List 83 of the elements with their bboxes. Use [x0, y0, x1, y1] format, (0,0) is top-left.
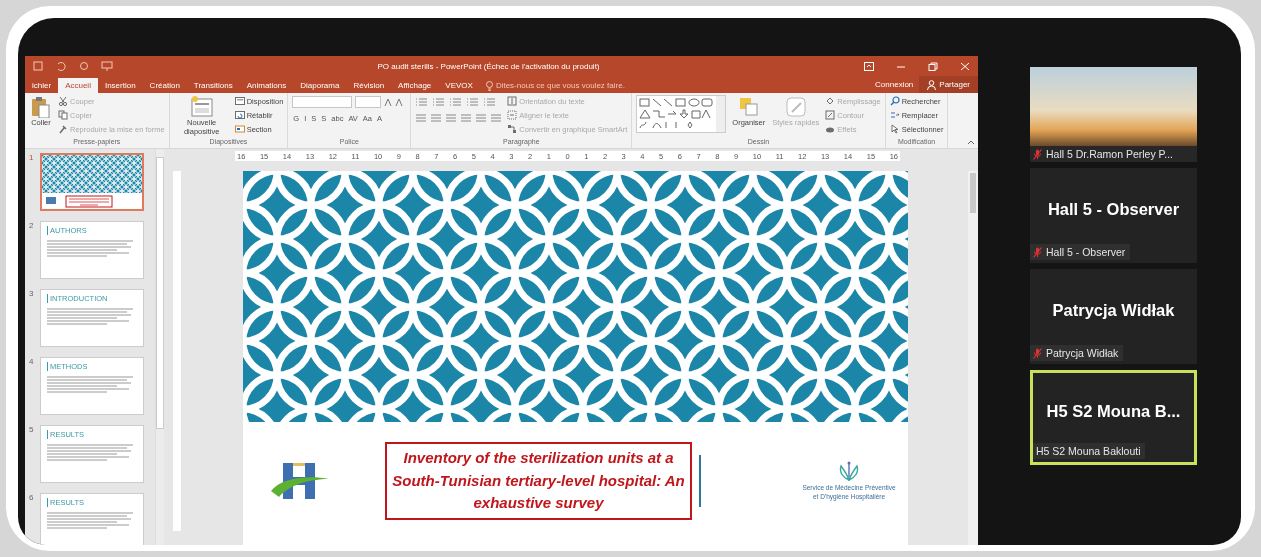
quick-styles-icon	[784, 96, 807, 118]
ribbon-tab[interactable]: Accueil	[58, 78, 98, 93]
copy-icon	[58, 110, 68, 120]
slide-number: 1	[29, 153, 35, 164]
arrange-shapes-icon	[737, 96, 760, 118]
slide-number: 3	[29, 289, 35, 300]
text-lines-icon	[47, 307, 133, 327]
close-icon[interactable]	[960, 61, 970, 71]
list-icon[interactable]	[415, 97, 430, 107]
participant-name-tag: H5 S2 Mouna Baklouti	[1033, 443, 1146, 459]
pen-icon	[825, 110, 836, 120]
search-icon	[889, 96, 900, 106]
muted-mic-icon	[1033, 148, 1042, 160]
ribbon-options-icon[interactable]	[864, 61, 874, 71]
save-icon[interactable]	[33, 61, 43, 71]
font-size-field[interactable]	[355, 96, 382, 108]
ribbon-tab[interactable]: Insertion	[97, 78, 143, 93]
align-icon[interactable]	[430, 113, 443, 123]
ribbon-tab[interactable]: ichier	[25, 78, 59, 93]
layout-icon	[234, 96, 245, 106]
sign-in-link[interactable]: Connexion	[869, 80, 920, 89]
slide-number: 5	[29, 425, 35, 436]
text-direction-icon	[507, 96, 518, 106]
tell-me-field[interactable]: Dites-nous ce que vous voulez faire.	[485, 78, 625, 93]
participant-tile[interactable]: Hall 5 Dr.Ramon Perley P...	[1030, 67, 1197, 162]
share-button[interactable]: Partager	[919, 76, 978, 93]
ribbon-tab[interactable]: Transitions	[186, 78, 240, 93]
smartart-icon	[507, 124, 518, 134]
thumbnail-scrollbar[interactable]	[155, 149, 164, 545]
participant-display-name: Hall 5 - Observer	[1046, 198, 1181, 220]
participant-display-name: H5 S2 Mouna B...	[1045, 400, 1182, 422]
align-icon[interactable]	[460, 113, 473, 123]
list-icon[interactable]	[466, 97, 481, 107]
window-title: PO audit sterilis - PowerPoint (Échec de l'activation du produit)	[376, 61, 601, 71]
brush-icon	[58, 124, 68, 134]
new-slide-icon	[190, 96, 213, 118]
ribbon-tab[interactable]: Révision	[346, 78, 392, 93]
participant-tile[interactable]: Hall 5 - Observer Hall 5 - Observer	[1030, 168, 1197, 263]
replace-icon	[889, 110, 900, 120]
list-icon[interactable]	[449, 97, 464, 107]
participant-tile[interactable]: H5 S2 Mouna B... H5 S2 Mouna Baklouti	[1030, 370, 1197, 465]
cursor-icon	[889, 124, 900, 134]
muted-mic-icon	[1033, 246, 1042, 258]
ribbon-tab[interactable]: Création	[142, 78, 187, 93]
ribbon-tab[interactable]: VEVOX	[438, 78, 480, 93]
participant-display-name: Patrycja Widłak	[1051, 299, 1176, 321]
shapes-gallery-icon[interactable]	[636, 95, 727, 133]
participant-name-tag: Hall 5 Dr.Ramon Perley P...	[1030, 146, 1197, 162]
participant-name-tag: Patrycja Widłak	[1030, 345, 1124, 361]
list-icon[interactable]	[432, 97, 447, 107]
align-icon[interactable]	[445, 113, 458, 123]
slide-title: Inventory of the sterilization units at a South-Tunisian tertiary-level hospital: An exhaustive survey	[385, 442, 692, 520]
text-lines-icon	[47, 511, 133, 531]
text-lines-icon	[47, 443, 133, 463]
ribbon-tab[interactable]: Diaporama	[293, 78, 347, 93]
person-icon	[927, 79, 937, 90]
participant-tile[interactable]: Patrycja Widłak Patrycja Widłak	[1030, 269, 1197, 364]
list-icon[interactable]	[483, 97, 498, 107]
presentation-icon[interactable]	[101, 61, 113, 71]
slide-number: 4	[29, 357, 35, 368]
text-lines-icon	[47, 375, 133, 395]
scissors-icon	[58, 96, 68, 106]
align-icon[interactable]	[415, 113, 428, 123]
ribbon-tab[interactable]: Animations	[239, 78, 294, 93]
participant-name-tag: Hall 5 - Observer	[1030, 244, 1131, 260]
align-icon[interactable]	[475, 113, 488, 123]
muted-mic-icon	[1033, 347, 1042, 359]
undo-icon[interactable]	[55, 61, 67, 71]
paint-bucket-icon	[825, 96, 836, 106]
editor-scrollbar[interactable]	[968, 171, 978, 545]
lightbulb-icon	[485, 80, 493, 91]
slide-number: 6	[29, 493, 35, 504]
align-text-icon	[507, 110, 518, 120]
clipboard-icon	[30, 96, 52, 118]
text-lines-icon	[47, 239, 133, 259]
section-icon	[234, 124, 245, 134]
slide-number: 2	[29, 221, 35, 232]
restore-icon[interactable]	[928, 61, 938, 71]
collapse-ribbon-icon[interactable]	[967, 139, 975, 145]
font-name-field[interactable]	[292, 96, 353, 108]
reset-icon	[234, 110, 245, 120]
ribbon-tab[interactable]: Affichage	[391, 78, 439, 93]
align-icon[interactable]	[490, 113, 503, 123]
